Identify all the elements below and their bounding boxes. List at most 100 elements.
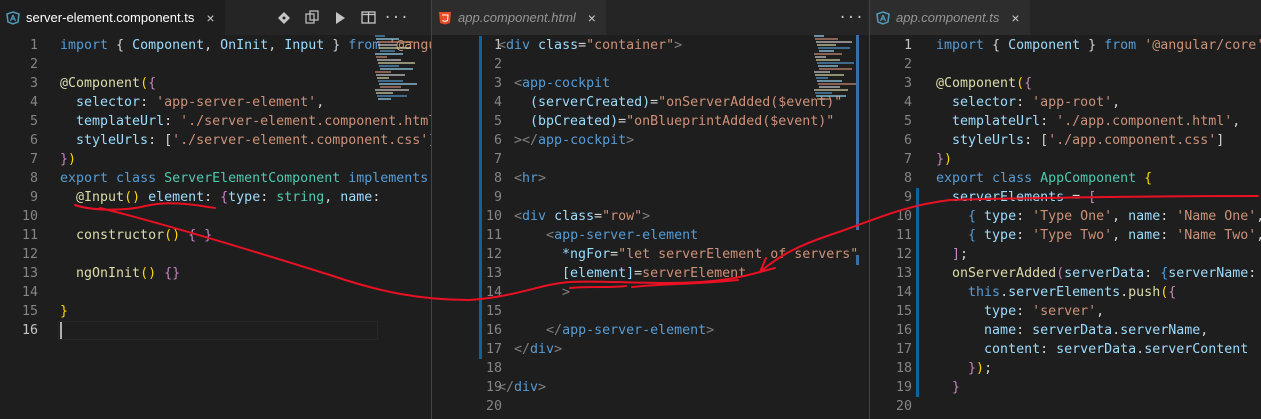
code-token: serverName (1120, 323, 1201, 338)
code-token: ngOnInit (76, 266, 141, 281)
code-line: 15} (0, 302, 375, 321)
code-token: > (562, 285, 571, 300)
code-line: 3 <app-cockpit (432, 74, 812, 93)
code-line: 2 (0, 55, 375, 74)
code-token: { (992, 38, 1009, 53)
code-token: (serverCreated) (530, 95, 651, 110)
code-token: class (554, 209, 595, 224)
tab-server-element-component-ts[interactable]: server-element.component.ts × (0, 0, 225, 35)
more-icon[interactable]: ··· (382, 0, 410, 35)
code-text: templateUrl: './server-element.component… (60, 112, 431, 131)
current-line-highlight (58, 321, 378, 340)
code-editor[interactable]: 1 import { Component, OnInit, Input } fro… (0, 35, 431, 419)
more-icon[interactable]: ··· (837, 0, 865, 35)
line-number: 12 (21, 247, 38, 262)
code-token: 'app-server-element' (156, 95, 317, 110)
code-token: name (340, 190, 373, 205)
code-token: : (1016, 323, 1033, 338)
split-editor-icon[interactable] (354, 0, 382, 35)
split-diff-icon[interactable] (298, 0, 326, 35)
code-line: 20 (432, 397, 812, 416)
code-line: 19 </div> (432, 378, 812, 397)
run-icon[interactable] (326, 0, 354, 35)
code-line: 6 styleUrls: ['./server-element.componen… (0, 131, 431, 150)
line-number: 9 (29, 190, 38, 205)
code-line: 10 <div class="row"> (432, 207, 812, 226)
minimap-line (816, 59, 840, 61)
tab-app-component-html[interactable]: app.component.html × (432, 0, 606, 35)
code-token: "container" (586, 38, 675, 53)
code-text: content: serverData.serverContent (936, 340, 1248, 359)
code-editor[interactable]: 1 import { Component } from '@angular/cor… (870, 35, 1261, 419)
code-token: : [ (1024, 133, 1049, 148)
code-token: serverData (1064, 266, 1145, 281)
code-text: serverElements = [ (936, 188, 1096, 207)
line-number: 19 (485, 380, 502, 395)
code-token: class (992, 171, 1041, 186)
code-token: serverElement (642, 266, 747, 281)
code-token: { (1168, 285, 1177, 300)
code-line: 20 (870, 397, 1261, 416)
line-number: 14 (21, 285, 38, 300)
code-token: 'Type Two' (1032, 228, 1113, 243)
close-icon[interactable]: × (588, 10, 596, 26)
code-token: type (984, 304, 1017, 319)
code-text: </div> (498, 340, 562, 359)
code-token: styleUrls (952, 133, 1025, 148)
line-number: 13 (485, 266, 502, 281)
code-token: styleUrls (76, 133, 149, 148)
code-token: { (968, 228, 985, 243)
code-token: </ (498, 380, 515, 395)
code-line: 11 <app-server-element (432, 226, 812, 245)
editor-pane-app-html: app.component.html × ··· 1 <div class="co… (432, 0, 869, 419)
code-text: templateUrl: './app.component.html', (936, 112, 1240, 131)
code-line: 13 onServerAdded(serverData: {serverName… (870, 264, 1261, 283)
minimap-line (814, 71, 830, 73)
code-token: : (260, 190, 277, 205)
minimap-line (816, 41, 852, 43)
line-number: 16 (485, 323, 502, 338)
minimap-line (815, 74, 844, 76)
code-token: , (204, 38, 221, 53)
code-token: : (140, 95, 157, 110)
code-text: @Input() element: {type: string, name: (60, 188, 388, 207)
code-line: 2 (432, 55, 812, 74)
line-number: 18 (895, 361, 912, 376)
code-editor[interactable]: 1 <div class="container"> 2 3 <app-cockpit 4… (432, 35, 869, 419)
code-token: hr (522, 171, 539, 186)
git-compare-icon[interactable] (270, 0, 298, 35)
minimap-line (816, 95, 846, 97)
code-token: 'Type One' (1032, 209, 1113, 224)
code-line: 11 { type: 'Type Two', name: 'Name Two', (870, 226, 1261, 245)
code-token: app-server-element (554, 228, 699, 243)
code-token: {} (164, 266, 181, 281)
code-token: app-cockpit (538, 133, 627, 148)
code-token: . (1000, 285, 1009, 300)
code-token: : (1160, 228, 1177, 243)
minimap-line (378, 98, 391, 100)
close-icon[interactable]: × (1011, 10, 1019, 26)
code-token: = (610, 247, 619, 262)
code-token: : [ (148, 133, 173, 148)
line-number: 5 (493, 114, 502, 129)
code-token: , (1232, 114, 1241, 129)
code-token: > (538, 171, 547, 186)
scrollbar[interactable] (856, 35, 859, 230)
close-icon[interactable]: × (206, 10, 214, 26)
tab-app-component-ts[interactable]: app.component.ts × (870, 0, 1030, 35)
code-token: div (522, 209, 555, 224)
minimap-line (814, 53, 842, 55)
minimap[interactable] (375, 35, 425, 105)
code-token: OnInit (220, 38, 269, 53)
code-token: "onBlueprintAdded($event)" (626, 114, 835, 129)
code-token: ) (944, 152, 953, 167)
minimap-line (376, 56, 387, 58)
